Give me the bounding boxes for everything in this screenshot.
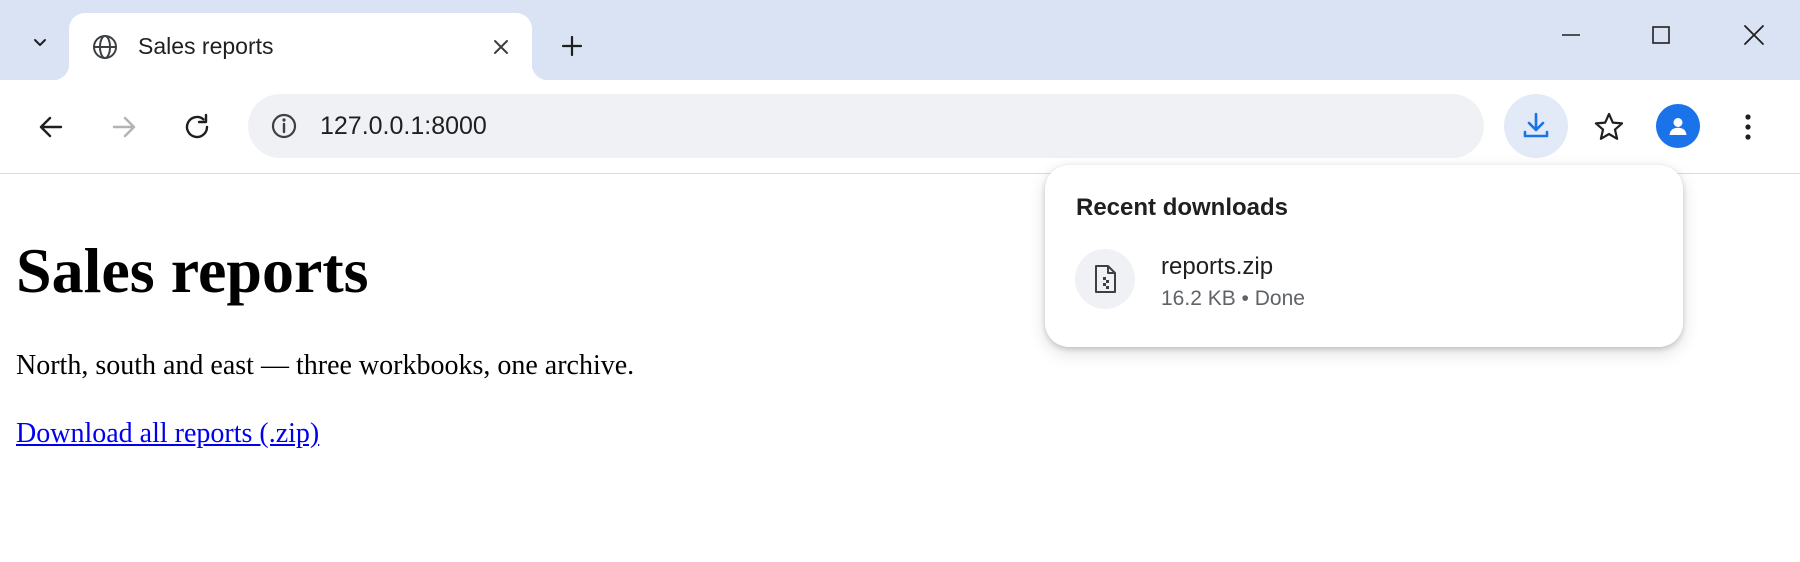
tab-active[interactable]: Sales reports: [53, 13, 548, 80]
menu-button[interactable]: [1724, 103, 1772, 151]
back-button[interactable]: [27, 103, 75, 151]
download-item[interactable]: reports.zip 16.2 KB • Done: [1055, 235, 1673, 325]
bookmark-button[interactable]: [1585, 103, 1633, 151]
arrow-right-icon: [112, 116, 136, 138]
downloads-bubble: Recent downloads reports.zip 16.2 KB • D…: [1045, 165, 1683, 347]
close-icon: [1744, 25, 1764, 45]
arrow-left-icon: [39, 116, 63, 138]
page-description: North, south and east — three workbooks,…: [16, 350, 635, 381]
star-icon: [1594, 112, 1624, 140]
minimize-icon: [1562, 34, 1580, 36]
chevron-down-icon: [34, 39, 46, 46]
address-url[interactable]: 127.0.0.1:8000: [320, 112, 487, 141]
tab-strip: Sales reports: [0, 0, 1800, 80]
download-file-status: 16.2 KB • Done: [1161, 287, 1305, 310]
minimize-button[interactable]: [1541, 14, 1601, 56]
new-tab-button[interactable]: [554, 28, 590, 64]
downloads-bubble-title: Recent downloads: [1076, 194, 1289, 221]
more-vert-icon: [1745, 114, 1751, 140]
forward-button[interactable]: [100, 103, 148, 151]
download-all-link[interactable]: Download all reports (.zip): [16, 418, 319, 450]
zip-file-icon: [1075, 249, 1135, 309]
person-icon: [1669, 118, 1687, 135]
tab-search-button[interactable]: [22, 26, 58, 58]
maximize-icon: [1652, 26, 1670, 44]
downloads-button[interactable]: [1504, 94, 1568, 158]
address-bar[interactable]: 127.0.0.1:8000: [248, 94, 1484, 158]
reload-button[interactable]: [173, 103, 221, 151]
globe-icon: [93, 35, 117, 59]
download-icon: [1523, 112, 1549, 138]
profile-avatar[interactable]: [1656, 104, 1700, 148]
tab-close-button[interactable]: [487, 33, 515, 61]
maximize-button[interactable]: [1631, 14, 1691, 56]
plus-icon: [561, 35, 583, 57]
page-heading: Sales reports: [16, 235, 369, 306]
close-window-button[interactable]: [1724, 14, 1784, 56]
download-file-name: reports.zip: [1161, 253, 1274, 280]
info-icon[interactable]: [270, 112, 298, 140]
reload-icon: [185, 113, 209, 139]
tab-title: Sales reports: [138, 33, 274, 59]
toolbar: 127.0.0.1:8000: [0, 80, 1800, 174]
close-icon: [494, 40, 508, 54]
